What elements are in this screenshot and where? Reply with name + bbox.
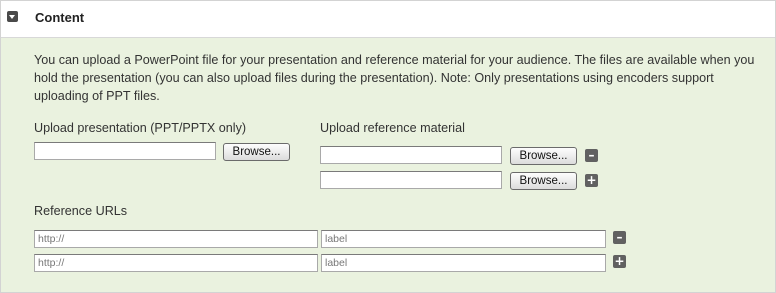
add-url-button[interactable]: +	[613, 255, 626, 268]
reference-browse-button-1[interactable]: Browse...	[510, 147, 577, 165]
add-reference-file-button[interactable]: +	[585, 174, 598, 187]
reference-url-field-2[interactable]	[34, 254, 318, 272]
section-title: Content	[35, 10, 85, 25]
remove-reference-file-button[interactable]: –	[585, 149, 598, 162]
reference-url-label-field-2[interactable]	[321, 254, 606, 272]
reference-urls-label: Reference URLs	[34, 204, 128, 218]
reference-file-field-2[interactable]	[320, 171, 502, 189]
reference-url-label-field-1[interactable]	[321, 230, 606, 248]
section-description: You can upload a PowerPoint file for you…	[34, 53, 755, 103]
upload-reference-label: Upload reference material	[320, 121, 465, 135]
collapse-toggle-icon[interactable]	[7, 11, 18, 22]
upload-presentation-label: Upload presentation (PPT/PPTX only)	[34, 121, 247, 135]
plus-icon: +	[614, 254, 625, 268]
minus-icon: –	[588, 148, 595, 162]
remove-url-button[interactable]: –	[613, 231, 626, 244]
content-panel: Content You can upload a PowerPoint file…	[0, 0, 776, 293]
reference-file-field-1[interactable]	[320, 146, 502, 164]
presentation-browse-button[interactable]: Browse...	[223, 143, 290, 161]
plus-icon: +	[586, 173, 597, 187]
reference-browse-button-2[interactable]: Browse...	[510, 172, 577, 190]
section-header: Content	[1, 1, 775, 38]
presentation-file-field[interactable]	[34, 142, 216, 160]
reference-url-field-1[interactable]	[34, 230, 318, 248]
minus-icon: –	[616, 230, 623, 244]
